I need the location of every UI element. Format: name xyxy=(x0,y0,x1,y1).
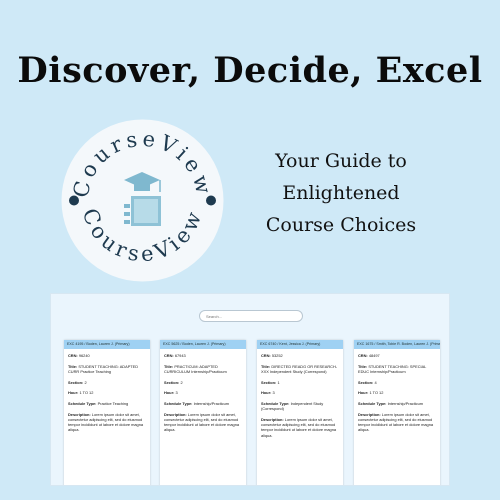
schedule-label: Schedule Type: xyxy=(358,401,387,407)
hour-row: Hour: 3 xyxy=(261,390,339,395)
logo-dot-right xyxy=(206,195,216,206)
schedule-row: Schedule Type: Independent Study (Corres… xyxy=(261,401,339,411)
hour-row: Hour: 1 TO 12 xyxy=(68,390,146,395)
logo-dot-left xyxy=(69,195,79,206)
crn-row: CRN: 67943 xyxy=(164,353,242,358)
schedule-row: Schedule Type: Internship/Practicum xyxy=(358,401,436,406)
app-screenshot: EXC 4195 / Boden, Lauren J. (Primary)CRN… xyxy=(50,293,450,486)
course-card-body: CRN: 48497 Title: STUDENT TEACHING: SPECI… xyxy=(354,349,440,433)
schedule-value: Practice Teaching xyxy=(97,401,129,407)
course-card[interactable]: EXC 1675 / Smith, Tobie R. Boden, Lauren… xyxy=(354,340,440,485)
headline: Discover, Decide, Excel xyxy=(17,50,483,91)
description-row: Description: Lorem ipsum dolor sit amet,… xyxy=(261,417,339,438)
section-value: 2 xyxy=(180,379,183,385)
hour-label: Hour: xyxy=(358,390,369,396)
crn-label: CRN: xyxy=(68,353,78,358)
schedule-value: Internship/Practicum xyxy=(387,401,424,407)
course-card-list: EXC 4195 / Boden, Lauren J. (Primary) CRN… xyxy=(64,340,440,485)
section-label: Section: xyxy=(68,379,84,385)
section-label: Section: xyxy=(261,379,277,385)
course-card-header: EXC 1675 / Smith, Tobie R. Boden, Lauren… xyxy=(354,340,440,349)
crn-label: CRN: xyxy=(261,353,271,358)
hour-row: Hour: 3 xyxy=(164,390,242,395)
section-value: 4 xyxy=(374,379,377,385)
schedule-row: Schedule Type: Internship/Practicum xyxy=(164,401,242,406)
course-card-header: EXC 4195 / Boden, Lauren J. (Primary) xyxy=(64,340,150,349)
hour-label: Hour: xyxy=(68,390,79,396)
course-card-body: CRN: 67943 Title: PRACTICUM: ADAPTED CURR… xyxy=(160,349,246,433)
title-row: Title: DIRECTED READG OR RESEARCH-XXX In… xyxy=(261,364,339,374)
title-value: PRACTICUM: ADAPTED CURRICULUM Internship… xyxy=(164,363,227,374)
crn-value: 67943 xyxy=(174,353,186,358)
crn-value: 53252 xyxy=(271,353,283,358)
crn-label: CRN: xyxy=(358,353,368,358)
title-value: DIRECTED READG OR RESEARCH-XXX Independe… xyxy=(261,363,338,374)
title-row: Title: STUDENT TEACHING: ADAPTED CURR Pr… xyxy=(68,364,146,374)
title-value: STUDENT TEACHING: ADAPTED CURR Practice … xyxy=(68,363,139,374)
tagline-line-2: Enlightened xyxy=(282,182,400,204)
tagline: Your Guide to Enlightened Course Choices xyxy=(246,145,436,241)
section-value: 1 xyxy=(277,379,280,385)
description-row: Description: Lorem ipsum dolor sit amet,… xyxy=(68,412,146,433)
description-row: Description: Lorem ipsum dolor sit amet,… xyxy=(164,412,242,433)
hour-row: Hour: 1 TO 12 xyxy=(358,390,436,395)
course-card[interactable]: EXC 4195 / Boden, Lauren J. (Primary) CRN… xyxy=(64,340,150,485)
course-card-body: CRN: 96240 Title: STUDENT TEACHING: ADAPT… xyxy=(64,349,150,433)
section-label: Section: xyxy=(164,379,180,385)
course-card-header: EXC 5625 / Boden, Lauren J. (Primary) xyxy=(160,340,246,349)
crn-row: CRN: 53252 xyxy=(261,353,339,358)
crn-label: CRN: xyxy=(164,353,174,358)
crn-value: 48497 xyxy=(368,353,380,358)
schedule-label: Schedule Type: xyxy=(164,401,193,407)
hour-value: 1 TO 12 xyxy=(79,390,94,396)
courseview-logo: CourseView CourseView xyxy=(60,118,225,283)
schedule-row: Schedule Type: Practice Teaching xyxy=(68,401,146,406)
crn-value: 96240 xyxy=(78,353,90,358)
crn-row: CRN: 96240 xyxy=(68,353,146,358)
section-row: Section: 1 xyxy=(261,380,339,385)
hour-value: 3 xyxy=(272,390,275,396)
crn-row: CRN: 48497 xyxy=(358,353,436,358)
section-label: Section: xyxy=(358,379,374,385)
title-value: STUDENT TEACHING: SPECIAL EDUC Internshi… xyxy=(358,363,427,374)
course-card[interactable]: EXC 5625 / Boden, Lauren J. (Primary) CRN… xyxy=(160,340,246,485)
section-row: Section: 2 xyxy=(164,380,242,385)
course-card-header: EXC 6740 / Kent, Jessica J. (Primary) xyxy=(257,340,343,349)
tagline-line-1: Your Guide to xyxy=(275,150,407,172)
hour-value: 1 TO 12 xyxy=(369,390,384,396)
course-card[interactable]: EXC 6740 / Kent, Jessica J. (Primary) CRN… xyxy=(257,340,343,485)
logo-emblem: CourseView CourseView xyxy=(61,119,224,282)
course-card-body: CRN: 53252 Title: DIRECTED READG OR RESEA… xyxy=(257,349,343,438)
schedule-label: Schedule Type: xyxy=(68,401,97,407)
tagline-line-3: Course Choices xyxy=(265,214,417,236)
title-row: Title: PRACTICUM: ADAPTED CURRICULUM Int… xyxy=(164,364,242,374)
hour-value: 3 xyxy=(175,390,178,396)
hour-label: Hour: xyxy=(261,390,272,396)
schedule-value: Internship/Practicum xyxy=(193,401,230,407)
section-row: Section: 2 xyxy=(68,380,146,385)
hour-label: Hour: xyxy=(164,390,175,396)
title-row: Title: STUDENT TEACHING: SPECIAL EDUC In… xyxy=(358,364,436,374)
section-row: Section: 4 xyxy=(358,380,436,385)
search-input[interactable] xyxy=(199,310,303,322)
description-row: Description: Lorem ipsum dolor sit amet,… xyxy=(358,412,436,433)
section-value: 2 xyxy=(84,379,87,385)
